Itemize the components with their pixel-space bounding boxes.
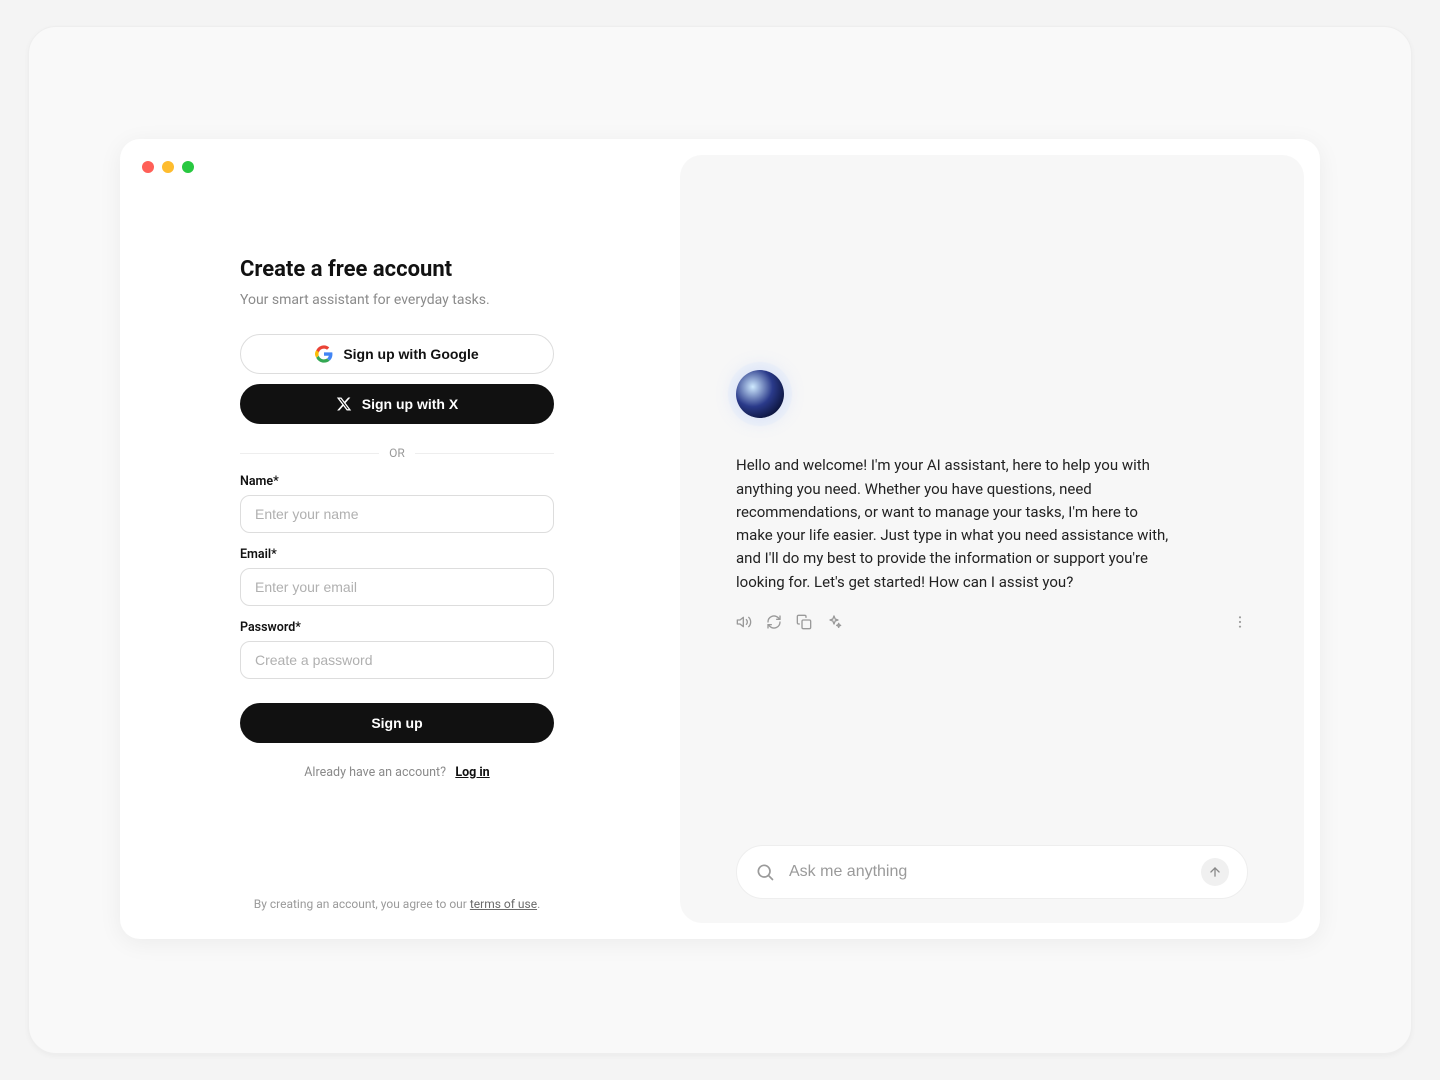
signup-x-label: Sign up with X [362, 396, 458, 412]
legal-suffix: . [537, 897, 540, 911]
ai-welcome-message: Hello and welcome! I'm your AI assistant… [736, 454, 1176, 594]
terms-link[interactable]: terms of use [470, 897, 537, 911]
message-toolbar [736, 614, 1248, 630]
window-controls [142, 161, 194, 173]
login-prompt: Already have an account? [304, 765, 446, 780]
page-stage: Create a free account Your smart assista… [28, 26, 1412, 1054]
password-label: Password* [240, 620, 600, 635]
legal-prefix: By creating an account, you agree to our [254, 897, 470, 911]
login-row: Already have an account? Log in [240, 765, 554, 780]
page-title: Create a free account [240, 257, 600, 282]
google-icon [315, 345, 333, 363]
speaker-icon[interactable] [736, 614, 752, 630]
or-divider: OR [240, 446, 554, 460]
arrow-up-icon [1208, 865, 1222, 879]
login-link[interactable]: Log in [455, 765, 489, 780]
signup-google-button[interactable]: Sign up with Google [240, 334, 554, 374]
name-input[interactable] [240, 495, 554, 533]
app-window: Create a free account Your smart assista… [120, 139, 1320, 939]
ai-avatar-icon [736, 370, 784, 418]
signup-x-button[interactable]: Sign up with X [240, 384, 554, 424]
chat-panel: Hello and welcome! I'm your AI assistant… [680, 155, 1304, 923]
email-label: Email* [240, 547, 600, 562]
legal-text: By creating an account, you agree to our… [240, 897, 554, 911]
chat-input-bar [736, 845, 1248, 899]
password-input[interactable] [240, 641, 554, 679]
maximize-window-button[interactable] [182, 161, 194, 173]
close-window-button[interactable] [142, 161, 154, 173]
minimize-window-button[interactable] [162, 161, 174, 173]
email-input[interactable] [240, 568, 554, 606]
signup-google-label: Sign up with Google [343, 346, 478, 362]
send-button[interactable] [1201, 858, 1229, 886]
signup-panel: Create a free account Your smart assista… [120, 139, 680, 939]
page-subtitle: Your smart assistant for everyday tasks. [240, 292, 600, 308]
signup-button[interactable]: Sign up [240, 703, 554, 743]
refresh-icon[interactable] [766, 614, 782, 630]
name-label: Name* [240, 474, 600, 489]
copy-icon[interactable] [796, 614, 812, 630]
chat-input[interactable] [789, 863, 1187, 881]
chat-body: Hello and welcome! I'm your AI assistant… [736, 155, 1248, 845]
sparkle-icon[interactable] [826, 614, 842, 630]
or-divider-label: OR [379, 446, 415, 460]
search-icon [755, 862, 775, 882]
more-icon[interactable] [1232, 614, 1248, 630]
x-icon [336, 396, 352, 412]
